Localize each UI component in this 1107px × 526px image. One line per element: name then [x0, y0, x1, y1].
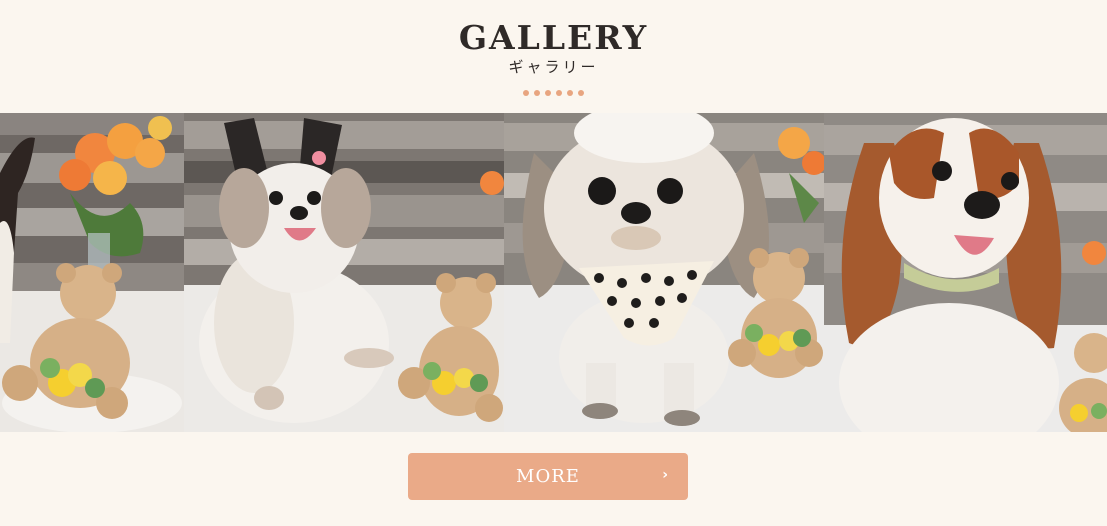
divider-dot: [534, 90, 540, 96]
gallery-photo-2[interactable]: [184, 113, 504, 432]
dot-divider: [0, 90, 1107, 96]
page-subtitle: ギャラリー: [508, 58, 599, 76]
gallery-photo-3[interactable]: [504, 113, 824, 432]
divider-dot: [567, 90, 573, 96]
more-button[interactable]: MORE ›: [408, 453, 688, 500]
gallery-photo-1[interactable]: [0, 113, 184, 432]
divider-dot: [578, 90, 584, 96]
gallery-carousel[interactable]: [0, 113, 1107, 432]
more-button-label: MORE: [516, 466, 580, 487]
divider-dot: [545, 90, 551, 96]
chevron-right-icon: ›: [662, 467, 668, 483]
gallery-photo-4[interactable]: [824, 113, 1107, 432]
divider-dot: [556, 90, 562, 96]
page-title: GALLERY: [458, 18, 649, 57]
divider-dot: [523, 90, 529, 96]
